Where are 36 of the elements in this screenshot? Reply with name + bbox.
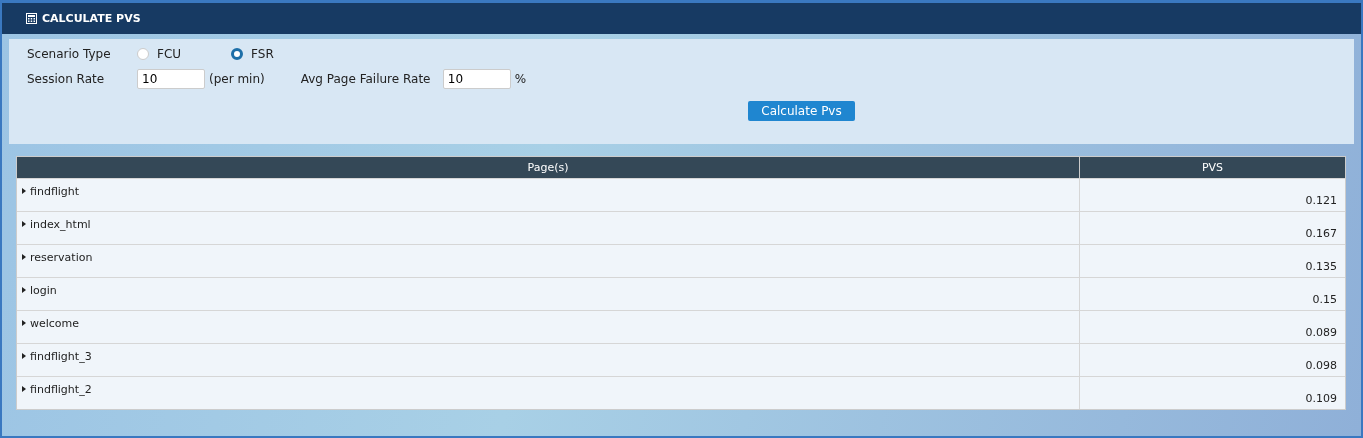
table-cell[interactable]: findflight_3 <box>17 344 1079 376</box>
field-label: Scenario Type <box>27 47 112 61</box>
input-field[interactable]: 10 <box>442 69 511 89</box>
unit-label: (per min) <box>209 72 265 86</box>
field-label: Session Rate <box>27 72 106 86</box>
table-cell[interactable]: reservation <box>17 245 1079 277</box>
page-name: reservation <box>30 251 93 264</box>
expand-icon[interactable] <box>22 320 26 326</box>
field-label: Avg Page Failure Rate <box>300 72 432 86</box>
page-name: findflight_2 <box>30 383 92 396</box>
panel-title: CALCULATE PVS <box>42 12 141 25</box>
column-header: Page(s) <box>526 160 570 176</box>
input-field[interactable]: 10 <box>137 69 205 89</box>
unit-label: % <box>514 72 527 86</box>
radio-label: FCU <box>157 47 182 61</box>
page-name: index_html <box>30 218 91 231</box>
expand-icon[interactable] <box>22 254 26 260</box>
table-cell[interactable]: findflight <box>17 179 1079 211</box>
page-name: welcome <box>30 317 80 330</box>
expand-icon[interactable] <box>22 221 26 227</box>
calculate-button[interactable]: Calculate Pvs <box>748 101 855 121</box>
radio-label: FSR <box>251 47 274 61</box>
expand-icon[interactable] <box>22 353 26 359</box>
table-cell[interactable]: welcome <box>17 311 1079 343</box>
table-cell[interactable]: findflight_2 <box>17 377 1079 409</box>
expand-icon[interactable] <box>22 287 26 293</box>
radio-button[interactable] <box>231 48 244 60</box>
table-cell[interactable]: login <box>17 278 1079 310</box>
page-name: findflight_3 <box>30 350 92 363</box>
page-name: findflight <box>30 185 80 198</box>
calculator-icon <box>26 13 37 24</box>
expand-icon[interactable] <box>22 386 26 392</box>
expand-icon[interactable] <box>22 188 26 194</box>
table-cell: 0.109 <box>1079 377 1345 409</box>
table-cell[interactable]: index_html <box>17 212 1079 244</box>
page-name: login <box>30 284 57 297</box>
